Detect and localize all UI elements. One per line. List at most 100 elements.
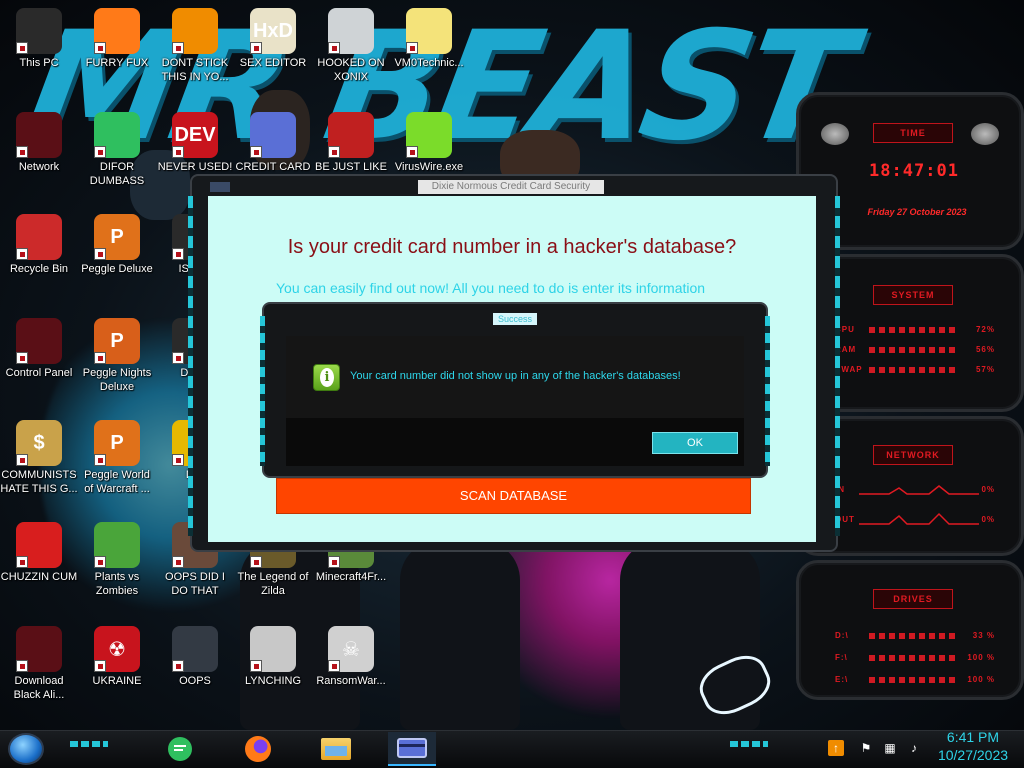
system-row-value: 72% bbox=[975, 325, 995, 334]
network-icon bbox=[16, 112, 62, 158]
main-heading: Is your credit card number in a hacker's… bbox=[287, 236, 737, 258]
pvz-icon bbox=[94, 522, 140, 568]
taskbar-file-explorer[interactable] bbox=[312, 732, 360, 766]
taskbar-credit-card-app[interactable] bbox=[388, 732, 436, 766]
shortcut-arrow-icon bbox=[172, 454, 184, 466]
shortcut-arrow-icon bbox=[250, 660, 262, 672]
taskbar-clock[interactable]: 6:41 PM 10/27/2023 bbox=[928, 728, 1018, 764]
desktop-icon[interactable]: FURRY FUX bbox=[78, 8, 156, 70]
chuzzle-icon bbox=[16, 522, 62, 568]
alien-head-icon bbox=[821, 123, 849, 145]
main-subheading: You can easily find out now! All you nee… bbox=[276, 280, 706, 296]
desktop-icon[interactable]: VirusWire.exe bbox=[390, 112, 468, 174]
desktop-icon-label: Control Panel bbox=[5, 367, 73, 379]
desktop-icon-label: Recycle Bin bbox=[9, 263, 69, 275]
desktop-icon[interactable]: BE JUST LIKE bbox=[312, 112, 390, 174]
scan-database-button[interactable]: SCAN DATABASE bbox=[276, 478, 751, 514]
alienware-icon bbox=[16, 626, 62, 672]
desktop-icon[interactable]: P Peggle Deluxe bbox=[78, 214, 156, 276]
desktop-icon[interactable]: ☢ UKRAINE bbox=[78, 626, 156, 688]
desktop-icon-label: OOPS DID I DO THAT bbox=[165, 571, 225, 597]
network-widget-title: NETWORK bbox=[873, 445, 953, 465]
network-tray-icon[interactable]: ▦ bbox=[882, 740, 898, 756]
start-button[interactable] bbox=[8, 733, 44, 765]
drives-row-value: 100 % bbox=[967, 675, 995, 684]
desktop-icon[interactable]: P Peggle World of Warcraft ... bbox=[78, 420, 156, 496]
success-message: Your card number did not show up in any … bbox=[350, 370, 681, 382]
shortcut-arrow-icon bbox=[406, 146, 418, 158]
desktop-icon-label: Peggle Nights Deluxe bbox=[82, 367, 152, 393]
shortcut-arrow-icon bbox=[172, 556, 184, 568]
shortcut-arrow-icon bbox=[328, 146, 340, 158]
cartoon-face-icon bbox=[406, 8, 452, 54]
taskbar-discord[interactable] bbox=[156, 732, 204, 766]
flag-icon[interactable]: ⚑ bbox=[858, 740, 874, 756]
drives-row-value: 100 % bbox=[967, 653, 995, 662]
desktop-icon-label: Plants vs Zombies bbox=[94, 571, 140, 597]
success-dialog-title[interactable]: Success bbox=[493, 313, 537, 325]
system-row-value: 56% bbox=[975, 345, 995, 354]
desktop-icon-label: DONT STICK THIS IN YO... bbox=[161, 57, 229, 83]
shortcut-arrow-icon bbox=[16, 248, 28, 260]
taskbar-accent bbox=[70, 741, 108, 747]
desktop-icon[interactable]: $ COMMUNISTS HATE THIS G... bbox=[0, 420, 78, 496]
desktop-icon-label: This PC bbox=[19, 57, 59, 69]
desktop-icon[interactable]: CREDIT CARD bbox=[234, 112, 312, 174]
desktop-icon[interactable]: Control Panel bbox=[0, 318, 78, 380]
desktop-icon[interactable]: VM0Technic... bbox=[390, 8, 468, 70]
frame-accent-left bbox=[188, 196, 193, 536]
desktop-icon[interactable]: HOOKED ON XONIX bbox=[312, 8, 390, 84]
desktop-icon[interactable]: Plants vs Zombies bbox=[78, 522, 156, 598]
desktop-icon-label: SEX EDITOR bbox=[239, 57, 307, 69]
system-usage-bar bbox=[869, 367, 959, 373]
desktop-icon[interactable]: DONT STICK THIS IN YO... bbox=[156, 8, 234, 84]
shortcut-arrow-icon bbox=[16, 42, 28, 54]
desktop-icon[interactable]: LYNCHING bbox=[234, 626, 312, 688]
desktop-icon[interactable]: Network bbox=[0, 112, 78, 174]
desktop-icon-label: Peggle Deluxe bbox=[81, 263, 153, 275]
shortcut-arrow-icon bbox=[94, 248, 106, 260]
ok-button[interactable]: OK bbox=[652, 432, 738, 454]
shortcut-arrow-icon bbox=[250, 42, 262, 54]
desktop-icon[interactable]: Recycle Bin bbox=[0, 214, 78, 276]
desktop-icon[interactable]: CHUZZIN CUM bbox=[0, 522, 78, 584]
desktop-icon-label: FURRY FUX bbox=[85, 57, 149, 69]
icon-glyph-text: $ bbox=[33, 431, 45, 454]
drives-row-label: E:\ bbox=[835, 675, 849, 684]
desktop-icon[interactable]: OOPS bbox=[156, 626, 234, 688]
vlc-cone-icon bbox=[172, 8, 218, 54]
drives-row: D:\ 33 % bbox=[835, 631, 1009, 640]
desktop-icon[interactable]: DIFOR DUMBASS bbox=[78, 112, 156, 188]
desktop-icon[interactable]: HxD SEX EDITOR bbox=[234, 8, 312, 70]
frame-accent-left bbox=[260, 316, 265, 466]
desktop-icon-label: VM0Technic... bbox=[394, 57, 464, 69]
shortcut-arrow-icon bbox=[328, 556, 340, 568]
alien-head-icon bbox=[971, 123, 999, 145]
peggle-icon: P bbox=[94, 214, 140, 260]
santa-icon bbox=[328, 112, 374, 158]
taskbar-time: 6:41 PM bbox=[946, 729, 1000, 745]
desktop-icon-label: CREDIT CARD bbox=[235, 161, 311, 173]
desktop-icon-label: VirusWire.exe bbox=[394, 161, 464, 173]
shortcut-arrow-icon bbox=[406, 42, 418, 54]
icon-glyph-text: P bbox=[110, 431, 124, 454]
shortcut-arrow-icon bbox=[16, 146, 28, 158]
drives-widget: DRIVES D:\ 33 % F:\ 100 % E:\ 100 % bbox=[796, 560, 1024, 700]
volume-icon[interactable]: ♪ bbox=[906, 740, 922, 756]
shortcut-arrow-icon bbox=[250, 556, 262, 568]
desktop-icon[interactable]: ☠ RansomWar... bbox=[312, 626, 390, 688]
desktop-icon[interactable]: This PC bbox=[0, 8, 78, 70]
hxd-icon: HxD bbox=[250, 8, 296, 54]
shortcut-arrow-icon bbox=[172, 660, 184, 672]
shortcut-arrow-icon bbox=[172, 352, 184, 364]
discord-icon bbox=[168, 737, 192, 761]
network-graph bbox=[859, 485, 979, 525]
desktop-icon[interactable]: P Peggle Nights Deluxe bbox=[78, 318, 156, 394]
drives-row-label: D:\ bbox=[835, 631, 849, 640]
taskbar-firefox[interactable] bbox=[234, 732, 282, 766]
drives-row: F:\ 100 % bbox=[835, 653, 1009, 662]
tray-update-icon[interactable]: ↑ bbox=[828, 740, 844, 756]
desktop-icon[interactable]: Download Black Ali... bbox=[0, 626, 78, 702]
main-window-title[interactable]: Dixie Normous Credit Card Security bbox=[418, 180, 604, 194]
desktop-icon[interactable]: DEV NEVER USED! bbox=[156, 112, 234, 174]
